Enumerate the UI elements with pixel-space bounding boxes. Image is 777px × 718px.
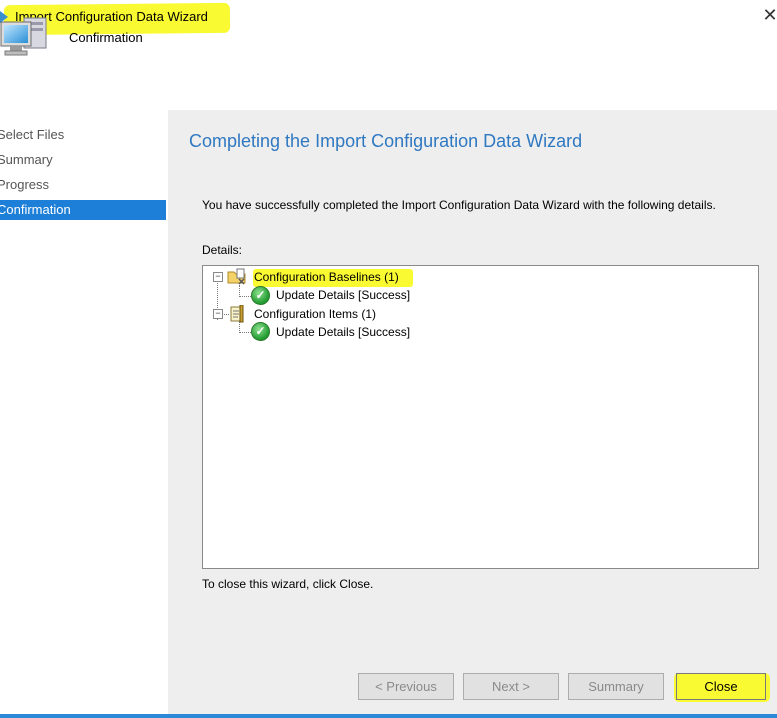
success-check-icon: ✓ [251,286,270,305]
wizard-steps-nav: Select Files Summary Progress Confirmati… [0,110,168,648]
nav-item-confirmation[interactable]: Confirmation [0,200,166,220]
previous-button[interactable]: < Previous [358,673,454,700]
wizard-header [0,36,777,110]
tree-item-configuration-items[interactable]: Configuration Items (1) [254,307,376,322]
details-tree-view[interactable]: − Configuration Baselines (1) ✓ Update D… [202,265,759,569]
details-label: Details: [202,243,243,257]
main-heading: Completing the Import Configuration Data… [189,131,583,151]
next-button[interactable]: Next > [463,673,559,700]
summary-button[interactable]: Summary [568,673,664,700]
close-hint-text: To close this wizard, click Close. [202,577,374,591]
close-button[interactable]: Close [676,673,766,700]
page-title: Confirmation [69,30,143,45]
tree-connector [239,332,251,333]
collapse-toggle-icon[interactable]: − [213,309,223,319]
tree-item-configuration-baselines[interactable]: Configuration Baselines (1) [254,270,399,285]
window-bottom-border [0,714,777,718]
close-window-icon[interactable]: ✕ [762,6,777,24]
success-message: You have successfully completed the Impo… [202,198,716,212]
tree-connector [239,296,251,297]
success-check-icon: ✓ [251,322,270,341]
computer-wizard-icon [0,12,52,60]
tree-item-update-details[interactable]: Update Details [Success] [276,325,410,340]
collapse-toggle-icon[interactable]: − [213,272,223,282]
nav-item-progress[interactable]: Progress [0,175,166,195]
nav-item-select-files[interactable]: Select Files [0,125,166,145]
nav-item-summary[interactable]: Summary [0,150,166,170]
document-item-icon [229,304,247,326]
tree-item-update-details[interactable]: Update Details [Success] [276,288,410,303]
folder-baseline-icon [227,268,247,288]
